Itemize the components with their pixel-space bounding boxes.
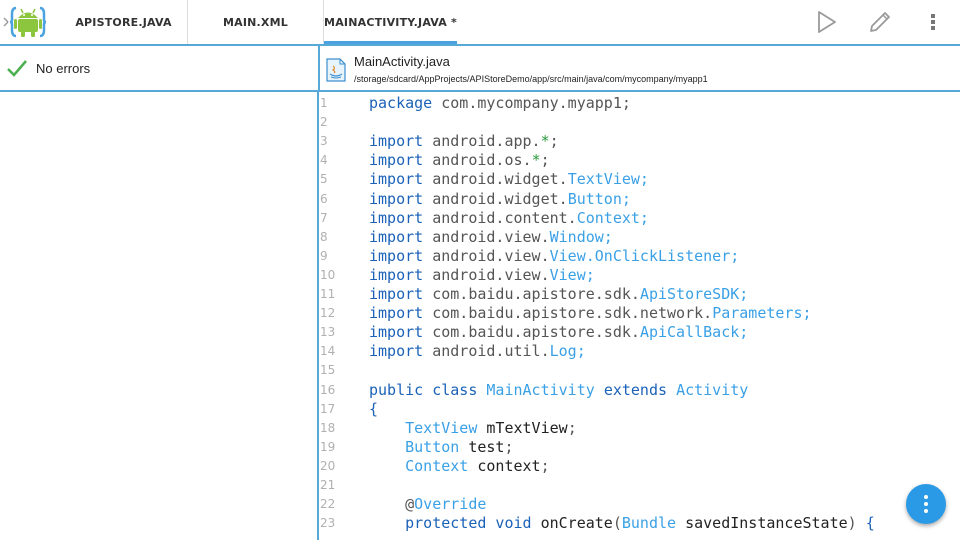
code-text: package com.mycompany.myapp1;	[369, 94, 631, 112]
line-number: 5	[320, 172, 328, 187]
status-text: No errors	[36, 61, 91, 76]
code-line[interactable]: 1 package com.mycompany.myapp1;	[319, 94, 960, 113]
tab-label: MAIN.XML	[223, 15, 288, 29]
error-status-bar[interactable]: No errors	[0, 46, 318, 92]
code-line[interactable]: 16 public class MainActivity extends Acti…	[319, 381, 960, 400]
top-bar: APISTORE.JAVA MAIN.XML MAINACTIVITY.JAVA…	[0, 0, 960, 46]
line-number: 1	[320, 96, 328, 110]
file-path: /storage/sdcard/AppProjects/APIStoreDemo…	[354, 74, 708, 84]
code-line[interactable]: 22 @Override	[319, 495, 960, 514]
line-number: 16	[320, 382, 336, 397]
code-text: import android.widget.Button;	[369, 189, 631, 208]
code-line[interactable]: 20 Context context;	[319, 457, 960, 476]
code-line[interactable]: 2	[319, 113, 960, 132]
code-line[interactable]: 19 Button test;	[319, 438, 960, 457]
tab-mainactivity-java[interactable]: MAINACTIVITY.JAVA *	[324, 0, 457, 44]
code-line[interactable]: 5 import android.widget.TextView;	[319, 170, 960, 189]
code-text: {	[369, 399, 379, 418]
error-list-panel	[0, 92, 318, 540]
line-number: 11	[320, 287, 336, 301]
tab-label: APISTORE.JAVA	[75, 15, 172, 29]
code-line[interactable]: 13 import com.baidu.apistore.sdk.ApiCallB…	[319, 323, 960, 342]
code-text: import android.view.View.OnClickListener…	[369, 246, 740, 265]
line-number: 19	[320, 439, 336, 454]
code-text: TextView mTextView;	[405, 418, 577, 437]
code-text: import com.baidu.apistore.sdk.ApiCallBac…	[369, 323, 749, 342]
code-text: protected void onCreate(Bundle savedInst…	[405, 514, 875, 533]
line-number: 15	[320, 363, 336, 378]
code-line[interactable]: 9 import android.view.View.OnClickListene…	[319, 247, 960, 266]
line-number: 4	[320, 153, 328, 168]
code-line[interactable]: 17 {	[319, 400, 960, 419]
code-line[interactable]: 4 import android.os.*;	[319, 151, 960, 170]
tab-main-xml[interactable]: MAIN.XML	[188, 0, 324, 44]
code-line[interactable]: 10 import android.view.View;	[319, 266, 960, 285]
floating-action-button[interactable]	[906, 484, 946, 524]
line-number: 12	[320, 306, 336, 321]
code-editor[interactable]: 1 package com.mycompany.myapp1; 2 3 import a…	[319, 92, 960, 540]
code-line[interactable]: 14 import android.util.Log;	[319, 342, 960, 361]
line-number: 9	[320, 248, 328, 263]
line-number: 2	[320, 115, 328, 130]
code-text: Context context;	[405, 456, 550, 475]
code-text: import android.view.View;	[369, 265, 595, 284]
file-header: MainActivity.java /storage/sdcard/AppPro…	[318, 46, 960, 92]
code-text: import com.baidu.apistore.sdk.network.Pa…	[369, 304, 812, 323]
line-number: 17	[320, 401, 336, 416]
line-number: 23	[320, 516, 336, 531]
code-text: import android.app.*;	[369, 132, 559, 151]
code-line[interactable]: 7 import android.content.Context;	[319, 209, 960, 228]
line-number: 18	[320, 420, 336, 435]
line-number: 21	[320, 478, 336, 492]
code-text: import android.view.Window;	[369, 227, 613, 246]
code-text: import android.content.Context;	[369, 208, 649, 227]
code-text: import com.baidu.apistore.sdk.ApiStoreSD…	[369, 285, 749, 303]
code-line[interactable]: 6 import android.widget.Button;	[319, 190, 960, 209]
line-number: 10	[320, 267, 336, 282]
code-text: public class MainActivity extends Activi…	[369, 380, 749, 399]
check-icon	[6, 58, 28, 78]
more-vertical-icon	[924, 495, 928, 499]
code-text: import android.os.*;	[369, 151, 550, 170]
tab-label: MAINACTIVITY.JAVA *	[324, 15, 457, 29]
line-number: 22	[320, 497, 336, 512]
line-number: 14	[320, 344, 336, 359]
code-line[interactable]: 3 import android.app.*;	[319, 132, 960, 151]
line-number: 7	[320, 210, 328, 225]
code-line[interactable]: 23 protected void onCreate(Bundle savedI…	[319, 514, 960, 533]
code-text: Button test;	[405, 437, 514, 456]
line-number: 8	[320, 229, 328, 244]
java-file-icon	[326, 58, 346, 82]
code-text: import android.util.Log;	[369, 342, 586, 361]
code-line[interactable]: 8 import android.view.Window;	[319, 228, 960, 247]
line-number: 13	[320, 325, 336, 340]
code-line[interactable]: 12 import com.baidu.apistore.sdk.network.…	[319, 304, 960, 323]
pencil-icon[interactable]	[866, 8, 894, 36]
code-line[interactable]: 21	[319, 476, 960, 495]
line-number: 3	[320, 134, 328, 149]
app-logo-icon[interactable]	[2, 4, 52, 40]
line-number: 20	[320, 458, 336, 473]
code-line[interactable]: 15	[319, 361, 960, 380]
code-text: import android.widget.TextView;	[369, 170, 649, 189]
code-line[interactable]: 11 import com.baidu.apistore.sdk.ApiStore…	[319, 285, 960, 304]
code-line[interactable]: 18 TextView mTextView;	[319, 419, 960, 438]
line-number: 6	[320, 191, 328, 206]
play-icon[interactable]	[812, 8, 840, 36]
code-text: @Override	[405, 495, 487, 514]
tab-apistore-java[interactable]: APISTORE.JAVA	[60, 0, 188, 44]
file-name: MainActivity.java	[354, 54, 450, 69]
overflow-menu-icon[interactable]	[920, 8, 946, 36]
